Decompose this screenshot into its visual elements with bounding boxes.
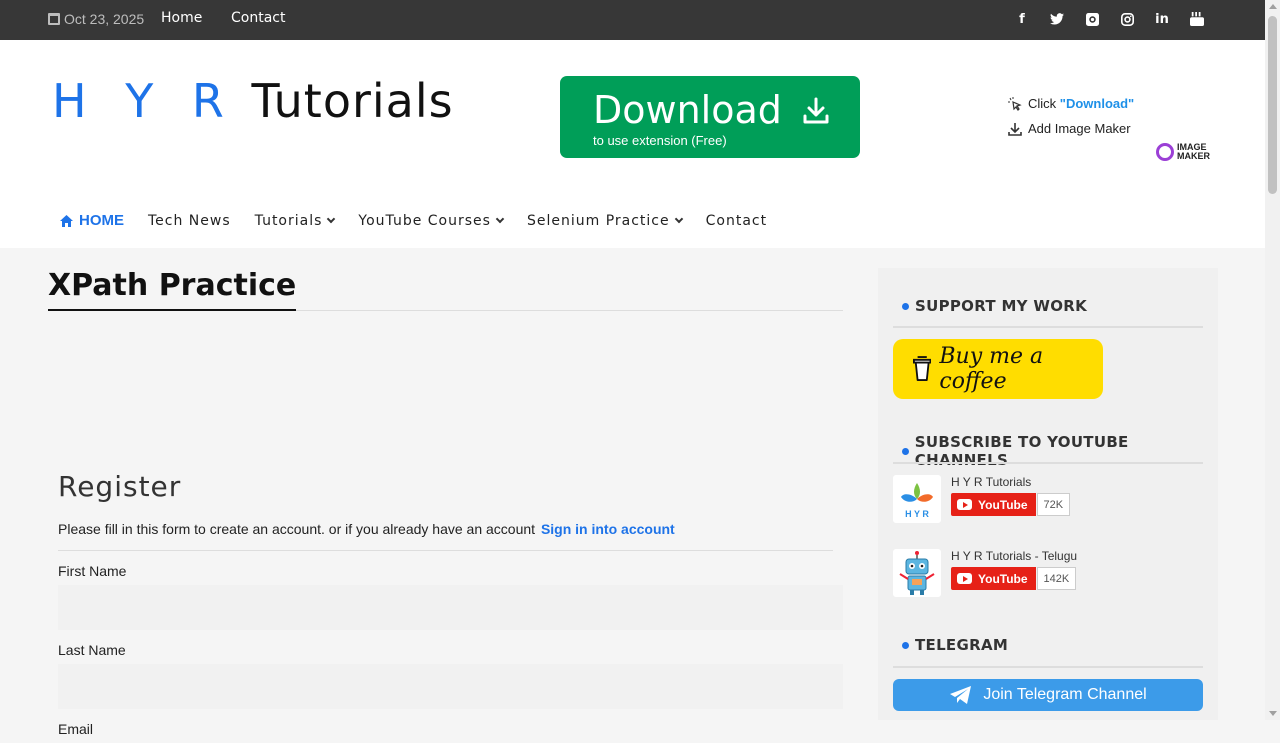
widget-divider — [893, 462, 1203, 464]
channel-avatar-telugu[interactable] — [893, 549, 941, 597]
ad-click-prefix: Click — [1028, 96, 1060, 111]
nav-tutorials-label: Tutorials — [254, 212, 323, 229]
join-telegram-button[interactable]: Join Telegram Channel — [893, 679, 1203, 711]
youtube-subscribe-button[interactable]: YouTube 72K — [951, 493, 1071, 516]
telegram-title-text: TELEGRAM — [915, 636, 1009, 654]
youtube-play-icon — [957, 573, 972, 584]
linkedin-icon[interactable]: in — [1154, 11, 1170, 27]
support-widget-title: SUPPORT MY WORK — [902, 297, 1087, 315]
telegram-button-label: Join Telegram Channel — [983, 686, 1147, 703]
nav-home-label: HOME — [79, 212, 124, 229]
register-intro: Please fill in this form to create an ac… — [58, 521, 843, 537]
site-logo[interactable]: H Y R Tutorials — [52, 78, 454, 124]
main-content: XPath Practice Register Please fill in t… — [48, 268, 843, 737]
logo-tutorials: Tutorials — [251, 74, 454, 128]
sidebar: SUPPORT MY WORK Buy me a coffee SUBSCRIB… — [878, 268, 1218, 720]
coffee-label: Buy me a coffee — [939, 344, 1044, 394]
main-nav: HOME Tech News Tutorials YouTube Courses… — [60, 212, 791, 229]
bullet-dot — [902, 447, 909, 455]
date-display: Oct 23, 2025 — [48, 11, 144, 27]
nav-item-selenium-practice[interactable]: Selenium Practice — [526, 212, 683, 229]
top-link-contact[interactable]: Contact — [231, 10, 285, 26]
ad-add-text: Add Image Maker — [1028, 121, 1131, 136]
nav-contact-label: Contact — [705, 212, 768, 229]
form-divider — [58, 550, 833, 551]
top-bar: Oct 23, 2025 Home Contact f in — [0, 0, 1265, 40]
date-text: Oct 23, 2025 — [64, 11, 145, 27]
youtube-button-label: YouTube — [978, 571, 1028, 586]
youtube-icon[interactable] — [1189, 11, 1205, 27]
facebook-icon[interactable]: f — [1014, 11, 1030, 27]
buy-me-coffee-button[interactable]: Buy me a coffee — [893, 339, 1103, 399]
download-ad-button[interactable]: Download to use extension (Free) — [560, 76, 860, 158]
telegram-widget-title: TELEGRAM — [902, 636, 1008, 654]
email-label: Email — [58, 721, 94, 737]
nav-item-tutorials[interactable]: Tutorials — [254, 212, 336, 229]
ad-instructions: Click "Download" Add Image Maker — [1008, 96, 1134, 146]
instagram-icon[interactable] — [1119, 11, 1135, 27]
nav-tech-news-label: Tech News — [148, 212, 231, 229]
calendar-icon — [48, 13, 60, 25]
youtube-button[interactable]: YouTube — [951, 493, 1036, 516]
first-name-label: First Name — [58, 563, 127, 579]
channel-name: H Y R Tutorials - Telugu — [951, 549, 1078, 563]
logo-hyr: H Y R — [52, 74, 236, 128]
support-title-text: SUPPORT MY WORK — [915, 297, 1088, 315]
nav-item-tech-news[interactable]: Tech News — [148, 213, 231, 229]
chevron-down-icon — [674, 214, 683, 224]
image-maker-line2: MAKER — [1177, 151, 1210, 161]
last-name-input[interactable] — [58, 664, 843, 709]
nav-selenium-practice-label: Selenium Practice — [526, 212, 670, 229]
youtube-button-label: YouTube — [978, 497, 1028, 512]
youtube-button[interactable]: YouTube — [951, 567, 1036, 590]
top-link-home[interactable]: Home — [161, 10, 202, 26]
twitter-icon[interactable] — [1049, 11, 1065, 27]
channel-name: H Y R Tutorials — [951, 475, 1032, 489]
scroll-up-arrow-icon[interactable] — [1269, 4, 1277, 9]
subscriber-count: 142K — [1036, 567, 1077, 590]
page-scrollbar[interactable] — [1265, 0, 1280, 720]
image-maker-logo: IMAGE MAKER — [1156, 143, 1210, 161]
widget-divider — [893, 666, 1203, 668]
nav-item-contact[interactable]: Contact — [706, 213, 767, 229]
chevron-down-icon — [327, 214, 336, 224]
chevron-down-icon — [495, 214, 505, 224]
youtube-play-icon — [957, 499, 972, 510]
download-small-icon — [1008, 122, 1022, 136]
site-header: H Y R Tutorials Download to use extensio… — [0, 40, 1265, 248]
youtube-subscribe-button[interactable]: YouTube 142K — [951, 567, 1077, 590]
download-ad-subtitle: to use extension (Free) — [593, 133, 727, 148]
ad-click-highlight: "Download" — [1059, 96, 1135, 111]
download-ad-title: Download — [593, 88, 782, 132]
register-form: Register Please fill in this form to cre… — [58, 470, 843, 743]
first-name-input[interactable] — [58, 585, 843, 630]
channel-avatar-hyr[interactable]: H Y R — [893, 475, 941, 523]
cursor-click-icon — [1008, 96, 1022, 111]
subscriber-count: 72K — [1036, 493, 1071, 516]
social-links: f in — [1014, 11, 1205, 27]
channel-avatar-text: H Y R — [905, 509, 929, 519]
widget-divider — [893, 326, 1203, 328]
scroll-down-arrow-icon[interactable] — [1269, 711, 1277, 716]
github-icon[interactable] — [1084, 11, 1100, 27]
download-icon — [803, 97, 829, 124]
coffee-cup-icon — [913, 356, 932, 381]
scrollbar-thumb[interactable] — [1268, 16, 1277, 194]
telegram-icon — [950, 686, 972, 704]
nav-item-youtube-courses[interactable]: YouTube Courses — [358, 212, 505, 229]
channel-item: H Y R Tutorials - Telugu YouTube 142K — [893, 549, 1193, 601]
register-intro-text: Please fill in this form to create an ac… — [58, 521, 536, 537]
image-maker-icon — [1156, 143, 1174, 161]
register-heading: Register — [58, 470, 182, 503]
bullet-dot — [902, 641, 909, 649]
home-icon — [60, 214, 73, 227]
nav-item-home[interactable]: HOME — [60, 212, 124, 229]
last-name-label: Last Name — [58, 642, 126, 658]
channel-item: H Y R H Y R Tutorials YouTube 72K — [893, 475, 1193, 527]
page-title: XPath Practice — [48, 268, 297, 311]
sign-in-link[interactable]: Sign in into account — [541, 521, 675, 537]
nav-youtube-courses-label: YouTube Courses — [358, 212, 491, 229]
bullet-dot — [902, 302, 909, 310]
